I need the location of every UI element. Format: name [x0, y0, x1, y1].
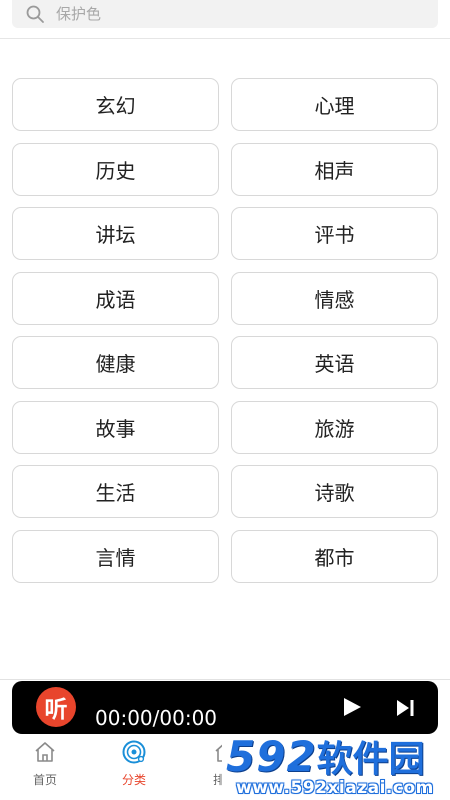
watermark-brand: 592软件园	[226, 737, 425, 780]
category-button[interactable]: 历史	[12, 142, 219, 196]
category-grid: 玄幻 心理 历史 相声 讲坛 评书 成语 情感 健康 英语 故事 旅游 生活 诗…	[12, 78, 438, 583]
tab-category[interactable]: 分类	[89, 735, 179, 800]
watermark-url: www.592xiazai.com	[236, 778, 434, 798]
mini-player[interactable]: 听 00:00/00:00	[12, 681, 438, 734]
watermark: 592软件园 www.592xiazai.com	[222, 737, 450, 800]
app-logo[interactable]: 听	[36, 687, 76, 727]
category-button[interactable]: 健康	[12, 336, 219, 389]
category-button[interactable]: 玄幻	[12, 78, 219, 131]
category-button[interactable]: 讲坛	[12, 207, 219, 260]
play-icon[interactable]	[342, 697, 362, 717]
category-button[interactable]: 心理	[231, 78, 438, 131]
category-button[interactable]: 生活	[12, 465, 219, 518]
skip-next-icon[interactable]	[396, 699, 415, 717]
search-icon	[26, 5, 44, 23]
category-button[interactable]: 诗歌	[231, 465, 438, 518]
category-button[interactable]: 成语	[12, 271, 219, 325]
home-icon	[35, 742, 55, 762]
player-divider	[0, 679, 450, 680]
watermark-brand-name: 软件园	[316, 739, 425, 780]
search-input[interactable]	[56, 0, 416, 28]
tab-home-label: 首页	[32, 773, 57, 787]
category-button[interactable]: 故事	[12, 400, 219, 454]
tab-home[interactable]: 首页	[0, 735, 90, 800]
category-button[interactable]: 相声	[231, 142, 438, 196]
category-button[interactable]: 旅游	[231, 400, 438, 454]
category-button[interactable]: 评书	[231, 207, 438, 260]
category-button[interactable]: 情感	[231, 271, 438, 325]
playback-time: 00:00/00:00	[95, 706, 218, 730]
header-divider	[0, 38, 450, 39]
disc-icon	[122, 740, 146, 764]
category-button[interactable]: 英语	[231, 336, 438, 389]
search-bar[interactable]	[12, 0, 438, 28]
watermark-brand-number: 592	[226, 737, 317, 781]
category-button[interactable]: 言情	[12, 529, 219, 583]
tab-category-label: 分类	[121, 773, 146, 787]
category-button[interactable]: 都市	[231, 529, 438, 583]
